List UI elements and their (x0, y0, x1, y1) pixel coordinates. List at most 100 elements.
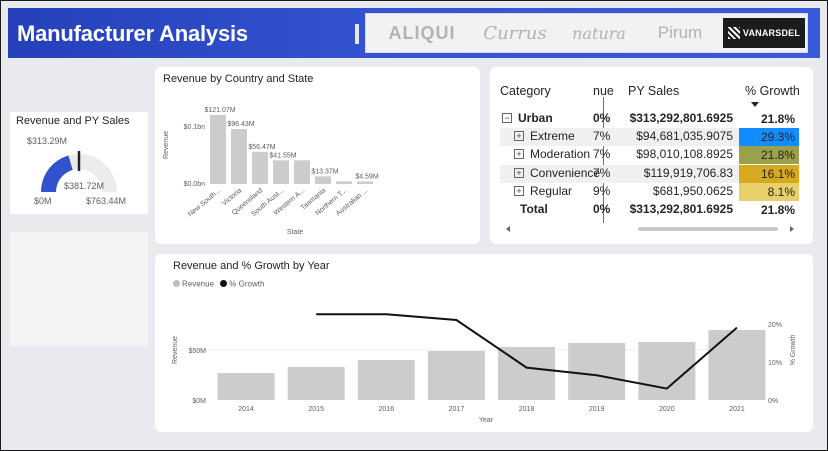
horizontal-scrollbar[interactable] (504, 225, 796, 233)
logo-vanarsdel[interactable]: VANARSDEL (723, 18, 805, 48)
year-revenue-bar[interactable] (217, 373, 275, 400)
gauge-title: Revenue and PY Sales (16, 115, 130, 127)
matrix-row[interactable]: + Convenience 7% $119,919,706.83 16.1% (500, 164, 800, 183)
year-y2tick: 10% (768, 360, 782, 367)
year-revenue-bar[interactable] (708, 330, 766, 400)
country-bar[interactable] (210, 114, 226, 184)
year-ytick: $50M (188, 348, 206, 355)
row-label: Urban (518, 111, 553, 125)
year-xtick: 2016 (379, 406, 395, 413)
year-combo-chart[interactable]: Revenue $50M $0M 0% 10% 20% % Growth 2014 2015 20… (155, 254, 813, 432)
gauge-svg (41, 151, 117, 192)
country-data-label: $121.07M (204, 107, 235, 114)
logo-pirum[interactable]: Pirum (644, 20, 716, 46)
gauge-target-label: $381.72M (64, 181, 105, 191)
year-revenue-bar[interactable] (287, 367, 345, 400)
country-bar-chart[interactable]: Revenue $0.0bn $0.1bn $121.07M New South... $… (155, 67, 480, 244)
row-py-sales: $98,010,108.8925 (636, 147, 733, 162)
category-matrix[interactable]: Category nue PY Sales % Growth − Urban 0% $… (500, 73, 800, 223)
year-xtick: 2017 (449, 406, 465, 413)
row-revenue: 0% (593, 202, 611, 216)
year-xtick: 2019 (589, 406, 605, 413)
matrix-row[interactable]: + Extreme 7% $94,681,035.9075 29.3% (500, 128, 800, 147)
row-label: Regular (530, 183, 573, 198)
row-growth: 29.3% (739, 128, 799, 147)
country-ylabel: Revenue (163, 131, 170, 159)
header-revenue[interactable]: nue (593, 84, 614, 98)
row-revenue: 7% (593, 129, 611, 144)
country-bar[interactable] (357, 181, 373, 184)
country-bar[interactable] (252, 151, 268, 184)
country-data-label: $13.37M (311, 168, 338, 175)
row-label: Moderation (530, 147, 591, 162)
row-growth: 8.1% (739, 182, 799, 201)
row-growth: 16.1% (739, 164, 799, 183)
country-bar[interactable] (294, 160, 310, 184)
row-revenue: 9% (593, 183, 611, 198)
row-py-sales: $313,292,801.6925 (629, 111, 733, 125)
vanarsdel-mark-icon (727, 27, 740, 39)
year-y2label: % Growth (790, 335, 797, 366)
gauge-value-label: $313.29M (27, 136, 68, 146)
header-growth[interactable]: % Growth (745, 84, 800, 98)
row-label: Total (520, 202, 548, 216)
country-bar[interactable] (273, 160, 289, 184)
logo-vanarsdel-label: VANARSDEL (742, 28, 801, 38)
matrix-row[interactable]: + Moderation 7% $98,010,108.8925 21.8% (500, 146, 800, 165)
expand-icon[interactable]: + (514, 131, 524, 142)
logo-currus[interactable]: Currus (476, 20, 554, 46)
expand-icon[interactable]: + (514, 149, 524, 160)
year-y2tick: 20% (768, 322, 782, 329)
country-data-label: $96.43M (227, 121, 254, 128)
collapse-icon[interactable]: − (502, 113, 512, 123)
year-revenue-bar[interactable] (357, 360, 415, 400)
row-label: Extreme (530, 129, 575, 144)
logo-aliqui[interactable]: ALIQUI (374, 20, 470, 46)
year-xlabel: Year (479, 417, 494, 424)
gauge-max-label: $763.44M (86, 196, 127, 206)
year-chart-card[interactable]: Revenue and % Growth by Year Revenue % G… (155, 254, 813, 432)
row-revenue: 0% (593, 111, 611, 125)
country-bar[interactable] (336, 181, 352, 184)
expand-icon[interactable]: + (514, 185, 524, 196)
year-xtick: 2018 (519, 406, 535, 413)
matrix-header-row: Category nue PY Sales % Growth (500, 83, 800, 107)
country-bar[interactable] (231, 128, 247, 184)
country-chart-card[interactable]: Revenue by Country and State Revenue $0.0… (155, 67, 480, 244)
row-revenue: 7% (593, 147, 611, 162)
category-matrix-card[interactable]: Category nue PY Sales % Growth − Urban 0% $… (490, 67, 813, 244)
matrix-total-row[interactable]: Total 0% $313,292,801.6925 21.8% (500, 201, 800, 219)
year-y2tick: 0% (768, 398, 778, 405)
expand-icon[interactable]: + (514, 167, 524, 178)
empty-visual-area (10, 232, 148, 346)
row-py-sales: $681,950.0625 (652, 183, 733, 198)
year-xtick: 2021 (729, 406, 745, 413)
year-ylabel: Revenue (172, 336, 179, 364)
year-revenue-bar[interactable] (568, 343, 626, 400)
year-revenue-bar[interactable] (427, 351, 485, 400)
header-separator (355, 24, 359, 44)
header-py-sales[interactable]: PY Sales (628, 84, 679, 98)
page-title: Manufacturer Analysis (17, 21, 248, 46)
row-revenue: 7% (593, 165, 611, 180)
row-py-sales: $119,919,706.83 (643, 165, 733, 180)
header-bar: Manufacturer Analysis ALIQUI Currus natu… (8, 8, 820, 58)
country-xlabel: State (287, 229, 303, 236)
year-xtick: 2020 (659, 406, 675, 413)
row-growth: 21.8% (760, 112, 795, 126)
row-growth: 21.8% (760, 203, 795, 217)
row-growth: 21.8% (739, 146, 799, 165)
matrix-row[interactable]: − Urban 0% $313,292,801.6925 21.8% (500, 110, 800, 128)
gauge-card[interactable]: Revenue and PY Sales $313.29M $381.72M $… (10, 112, 148, 214)
year-ytick: $0M (192, 398, 206, 405)
scrollbar-svg (506, 226, 794, 232)
sort-descending-icon (751, 102, 759, 107)
country-bar[interactable] (315, 176, 331, 184)
country-ytick: $0.1bn (184, 124, 206, 131)
manufacturer-logo-slicer[interactable]: ALIQUI Currus natura Pirum VANARSDEL (365, 13, 808, 53)
header-category[interactable]: Category (500, 84, 551, 98)
country-data-label: $56.47M (248, 144, 275, 151)
logo-natura[interactable]: natura (561, 20, 637, 46)
country-data-label: $41.55M (269, 152, 296, 159)
matrix-row[interactable]: + Regular 9% $681,950.0625 8.1% (500, 182, 800, 201)
